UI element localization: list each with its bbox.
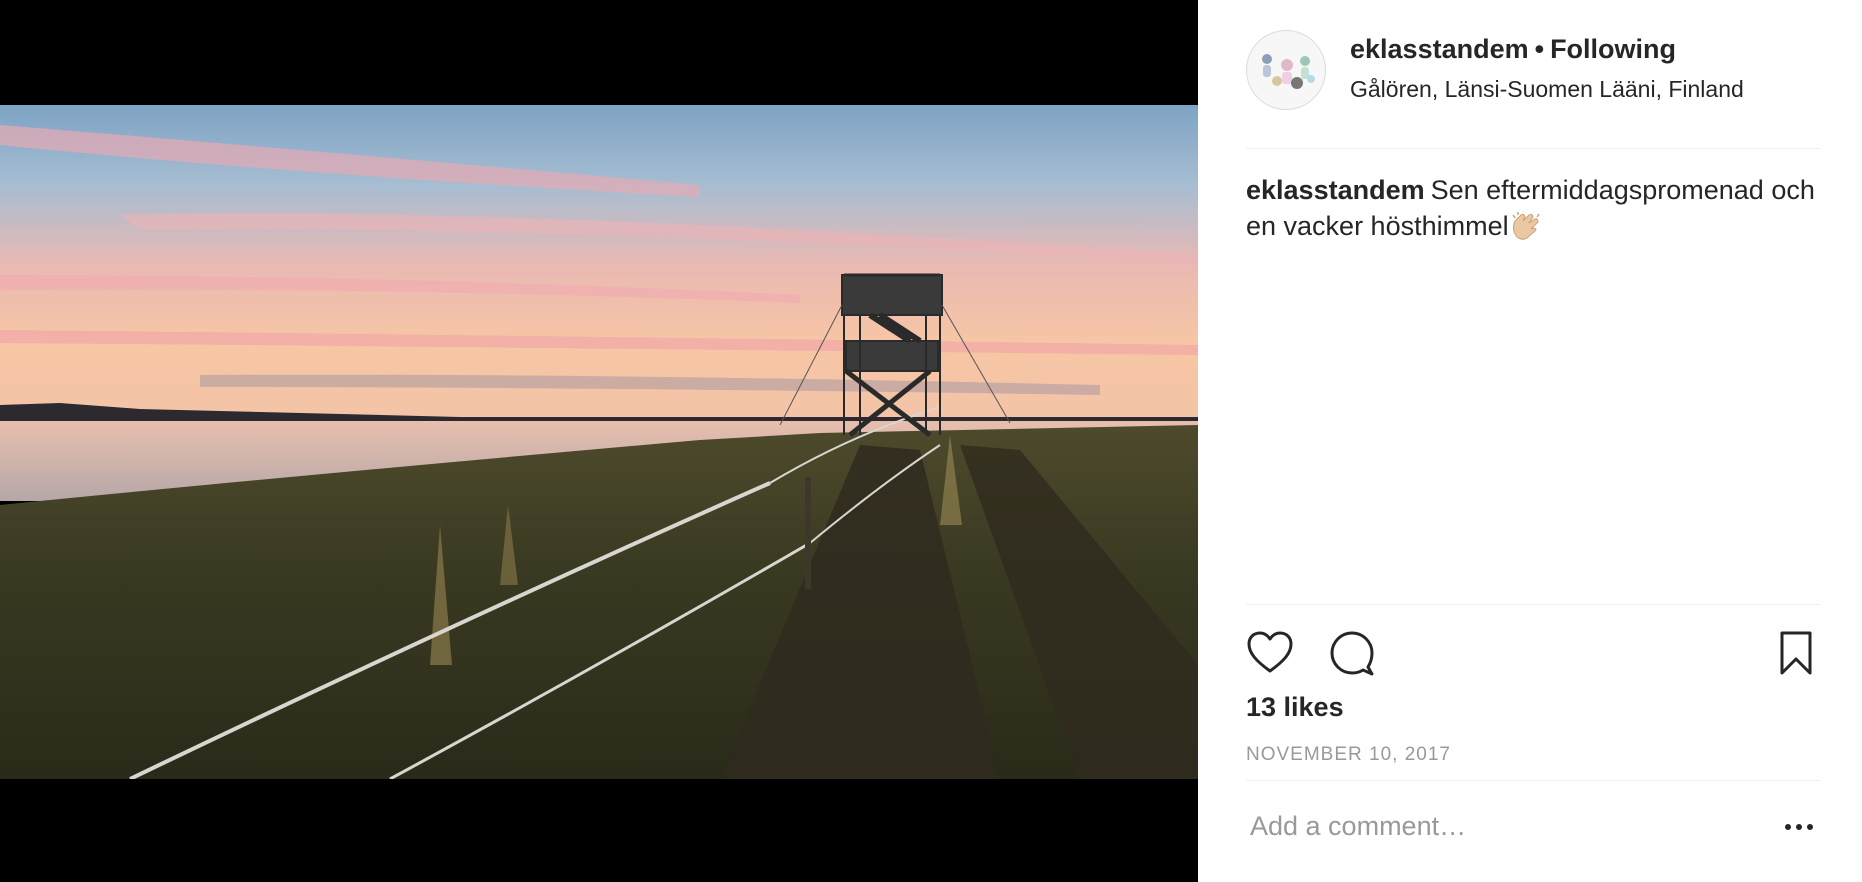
location-link[interactable]: Gålören, Länsi-Suomen Lääni, Finland (1350, 76, 1744, 103)
caption: eklasstandem Sen eftermiddagspromenad och… (1246, 172, 1822, 244)
header-user-row: eklasstandem • Following (1350, 34, 1676, 65)
bookmark-icon[interactable] (1772, 629, 1820, 677)
likes-count[interactable]: 13 likes (1246, 692, 1344, 723)
following-button[interactable]: Following (1550, 34, 1676, 64)
avatar[interactable] (1246, 30, 1326, 110)
clapping-hands-emoji-icon (1509, 211, 1543, 241)
media-panel (0, 0, 1198, 882)
heart-icon[interactable] (1246, 629, 1294, 677)
post-view: eklasstandem • Following Gålören, Länsi-Su… (0, 0, 1862, 882)
sunset-photo-illustration (0, 105, 1198, 779)
post-header: eklasstandem • Following Gålören, Länsi-Su… (1246, 28, 1820, 149)
comment-bar (1246, 780, 1820, 882)
caption-username-link[interactable]: eklasstandem (1246, 175, 1425, 205)
comment-bubble-icon[interactable] (1328, 629, 1376, 677)
post-date[interactable]: NOVEMBER 10, 2017 (1246, 744, 1451, 766)
action-bar (1246, 604, 1820, 677)
ellipsis-icon[interactable] (1782, 817, 1816, 837)
avatar-illustration-icon (1262, 54, 1315, 89)
comment-input[interactable] (1250, 811, 1750, 842)
username-link[interactable]: eklasstandem (1350, 34, 1529, 64)
post-details-panel: eklasstandem • Following Gålören, Länsi-Su… (1198, 0, 1862, 882)
post-photo[interactable] (0, 105, 1198, 779)
separator-dot: • (1534, 34, 1545, 64)
